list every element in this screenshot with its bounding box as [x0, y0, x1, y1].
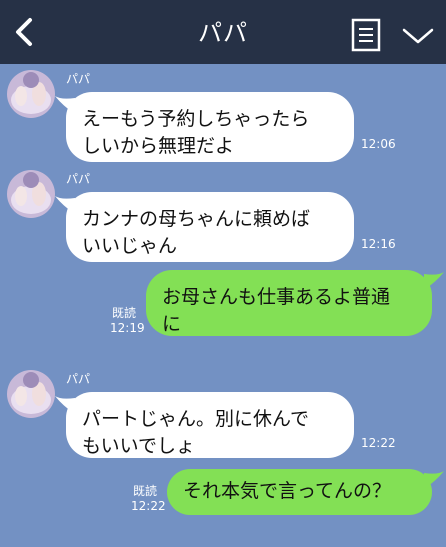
message-bubble[interactable]: カンナの母ちゃんに頼めば いいじゃん	[66, 192, 354, 262]
collapse-button[interactable]	[400, 22, 436, 48]
menu-button[interactable]	[351, 18, 381, 52]
bubble-tail	[424, 471, 444, 489]
message-time: 12:22	[131, 499, 166, 513]
avatar-photo-icon	[7, 370, 55, 418]
document-list-icon	[351, 18, 381, 52]
message-line: えーもう予約しちゃったら	[82, 108, 310, 130]
sender-name: パパ	[66, 172, 91, 186]
message-time: 12:16	[361, 237, 396, 251]
message-line: もいいでしょ	[82, 435, 196, 457]
sender-avatar[interactable]	[7, 370, 55, 418]
message-line: それ本気で言ってんの？	[183, 480, 392, 502]
read-receipt: 既読	[111, 306, 136, 320]
chevron-down-icon	[402, 28, 434, 44]
message-bubble[interactable]: パートじゃん。別に休んで もいいでしょ	[66, 392, 354, 458]
message-time: 12:06	[361, 137, 396, 151]
read-receipt: 既読	[132, 484, 157, 498]
sender-avatar[interactable]	[7, 70, 55, 118]
message-time: 12:22	[361, 436, 396, 450]
message-line: パートじゃん。別に休んで	[82, 408, 310, 430]
message-line: お母さんも仕事あるよ普通	[162, 286, 391, 308]
message-time: 12:19	[110, 321, 145, 335]
avatar-photo-icon	[7, 170, 55, 218]
message-line: いいじゃん	[82, 235, 178, 257]
chat-header: パパ	[0, 0, 446, 64]
avatar-photo-icon	[7, 70, 55, 118]
message-line: カンナの母ちゃんに頼めば	[82, 208, 311, 230]
sender-avatar[interactable]	[7, 170, 55, 218]
message-line: に	[162, 313, 182, 335]
message-bubble[interactable]: えーもう予約しちゃったら しいから無理だよ	[66, 92, 354, 162]
message-bubble[interactable]: それ本気で言ってんの？	[167, 469, 432, 515]
message-bubble[interactable]: お母さんも仕事あるよ普通 に	[146, 270, 432, 336]
sender-name: パパ	[66, 72, 91, 86]
bubble-tail	[424, 272, 444, 290]
sender-name: パパ	[66, 372, 91, 386]
message-line: しいから無理だよ	[82, 135, 235, 157]
